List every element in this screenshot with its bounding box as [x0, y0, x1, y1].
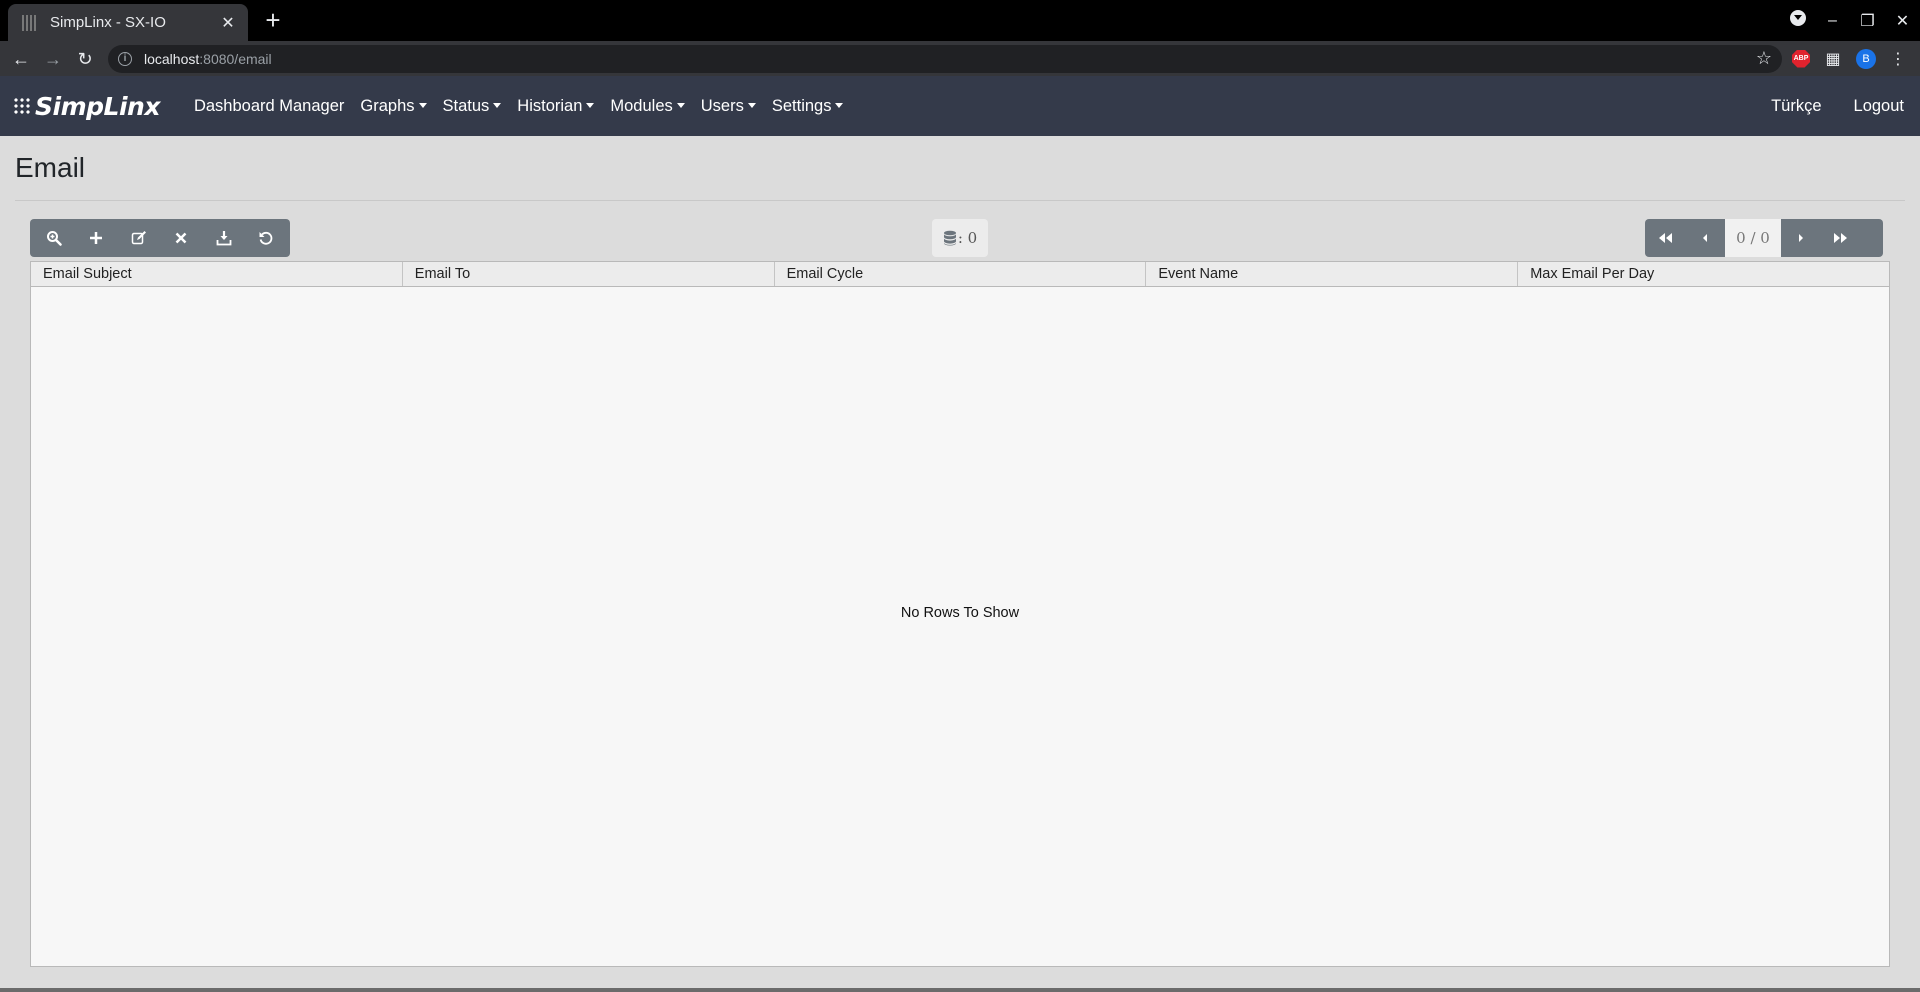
- record-count-badge: : 0: [932, 219, 988, 257]
- navbar-right: Türkçe Logout: [1755, 76, 1920, 136]
- double-chevron-left-icon: [1659, 233, 1672, 243]
- close-x-icon: [175, 232, 187, 244]
- caret-down-icon: [493, 102, 502, 108]
- next-page-button[interactable]: [1781, 219, 1821, 257]
- chevron-left-icon: [1703, 234, 1707, 242]
- url-path: :8080/email: [199, 51, 272, 67]
- nav-status-dropdown[interactable]: Status: [435, 97, 510, 116]
- export-button[interactable]: [206, 220, 242, 256]
- brand-logo[interactable]: SimpLinx: [13, 92, 160, 121]
- reload-icon[interactable]: ↻: [72, 46, 98, 72]
- column-header-max-email-per-day[interactable]: Max Email Per Day: [1518, 262, 1889, 286]
- undo-refresh-icon: [259, 231, 273, 245]
- double-chevron-right-icon: [1834, 233, 1847, 243]
- bookmark-star-icon[interactable]: ☆: [1756, 48, 1772, 69]
- browser-menu-icon[interactable]: ⋮: [1890, 49, 1906, 69]
- forward-icon[interactable]: →: [40, 46, 66, 72]
- download-icon: [216, 231, 231, 246]
- extension-icons: ABP ▦ B ⋮: [1792, 41, 1920, 76]
- nav-label: Users: [700, 96, 744, 115]
- column-header-event-name[interactable]: Event Name: [1146, 262, 1519, 286]
- back-icon[interactable]: ←: [8, 46, 34, 72]
- grid-action-toolbar: [30, 219, 290, 257]
- favicon-icon: [22, 14, 38, 31]
- database-icon: [943, 230, 956, 246]
- logo-dots-icon: [13, 97, 31, 115]
- nav-dashboard-manager[interactable]: Dashboard Manager: [186, 97, 352, 116]
- title-divider: [15, 200, 1905, 201]
- restore-icon[interactable]: ❐: [1850, 11, 1885, 31]
- last-page-button[interactable]: [1821, 219, 1861, 257]
- tab-title: SimpLinx - SX-IO: [50, 14, 166, 31]
- nav-users-dropdown[interactable]: Users: [693, 97, 764, 116]
- tab-close-icon[interactable]: ✕: [218, 13, 238, 33]
- caret-down-icon: [835, 102, 844, 108]
- zoom-search-icon: [47, 231, 62, 246]
- plus-icon: [90, 232, 103, 244]
- caret-down-icon: [676, 102, 685, 108]
- nav-modules-dropdown[interactable]: Modules: [602, 97, 692, 116]
- email-grid: Email Subject Email To Email Cycle Event…: [30, 261, 1890, 967]
- page-title: Email: [15, 152, 86, 183]
- browser-tab[interactable]: SimpLinx - SX-IO ✕: [8, 4, 248, 41]
- nav-label: Graphs: [360, 96, 415, 115]
- column-header-email-cycle[interactable]: Email Cycle: [775, 262, 1147, 286]
- window-controls: – ❐ ✕: [1780, 0, 1920, 41]
- chevron-right-icon: [1799, 234, 1803, 242]
- refresh-button[interactable]: [248, 220, 284, 256]
- minimize-icon[interactable]: –: [1815, 12, 1850, 30]
- edit-button[interactable]: [121, 220, 157, 256]
- url-host: localhost: [144, 51, 200, 67]
- column-header-email-subject[interactable]: Email Subject: [31, 262, 403, 286]
- adblock-icon[interactable]: ABP: [1792, 49, 1810, 68]
- first-page-button[interactable]: [1645, 219, 1685, 257]
- grid-header: Email Subject Email To Email Cycle Event…: [31, 262, 1889, 287]
- app-navbar: SimpLinx Dashboard Manager Graphs Status…: [0, 76, 1920, 136]
- pagination: 0 / 0: [1645, 219, 1883, 257]
- extensions-puzzle-icon[interactable]: ▦: [1824, 49, 1842, 69]
- caret-down-icon: [586, 102, 595, 108]
- edit-icon: [131, 231, 146, 245]
- nav-label: Status: [442, 96, 490, 115]
- page-info: 0 / 0: [1725, 219, 1781, 257]
- browser-tabstrip: SimpLinx - SX-IO ✕ + – ❐ ✕: [0, 0, 1920, 41]
- logout-link[interactable]: Logout: [1838, 97, 1920, 116]
- nav-label: Historian: [517, 96, 583, 115]
- close-window-icon[interactable]: ✕: [1885, 11, 1920, 31]
- nav-historian-dropdown[interactable]: Historian: [509, 97, 602, 116]
- caret-down-icon: [418, 102, 427, 108]
- address-bar[interactable]: i localhost :8080/email ☆: [108, 45, 1782, 73]
- add-button[interactable]: [78, 220, 114, 256]
- nav-settings-dropdown[interactable]: Settings: [764, 97, 852, 116]
- nav-label: Dashboard Manager: [193, 96, 345, 115]
- search-button[interactable]: [36, 220, 72, 256]
- empty-grid-message: No Rows To Show: [900, 605, 1020, 621]
- delete-button[interactable]: [163, 220, 199, 256]
- nav-label: Modules: [610, 96, 673, 115]
- column-header-email-to[interactable]: Email To: [403, 262, 775, 286]
- language-switch-link[interactable]: Türkçe: [1755, 97, 1837, 116]
- profile-avatar[interactable]: B: [1856, 48, 1876, 69]
- browser-toolbar: ← → ↻ i localhost :8080/email ☆ ABP ▦ B …: [0, 41, 1920, 76]
- brand-text: SimpLinx: [35, 91, 160, 121]
- record-count: : 0: [957, 229, 978, 247]
- caret-down-icon: [747, 102, 756, 108]
- nav-graphs-dropdown[interactable]: Graphs: [352, 97, 434, 116]
- prev-page-button[interactable]: [1685, 219, 1725, 257]
- bottom-strip: [0, 988, 1920, 992]
- site-info-icon[interactable]: i: [118, 52, 132, 66]
- new-tab-button[interactable]: +: [258, 6, 288, 36]
- tab-search-icon[interactable]: [1780, 10, 1815, 31]
- nav-label: Settings: [771, 96, 832, 115]
